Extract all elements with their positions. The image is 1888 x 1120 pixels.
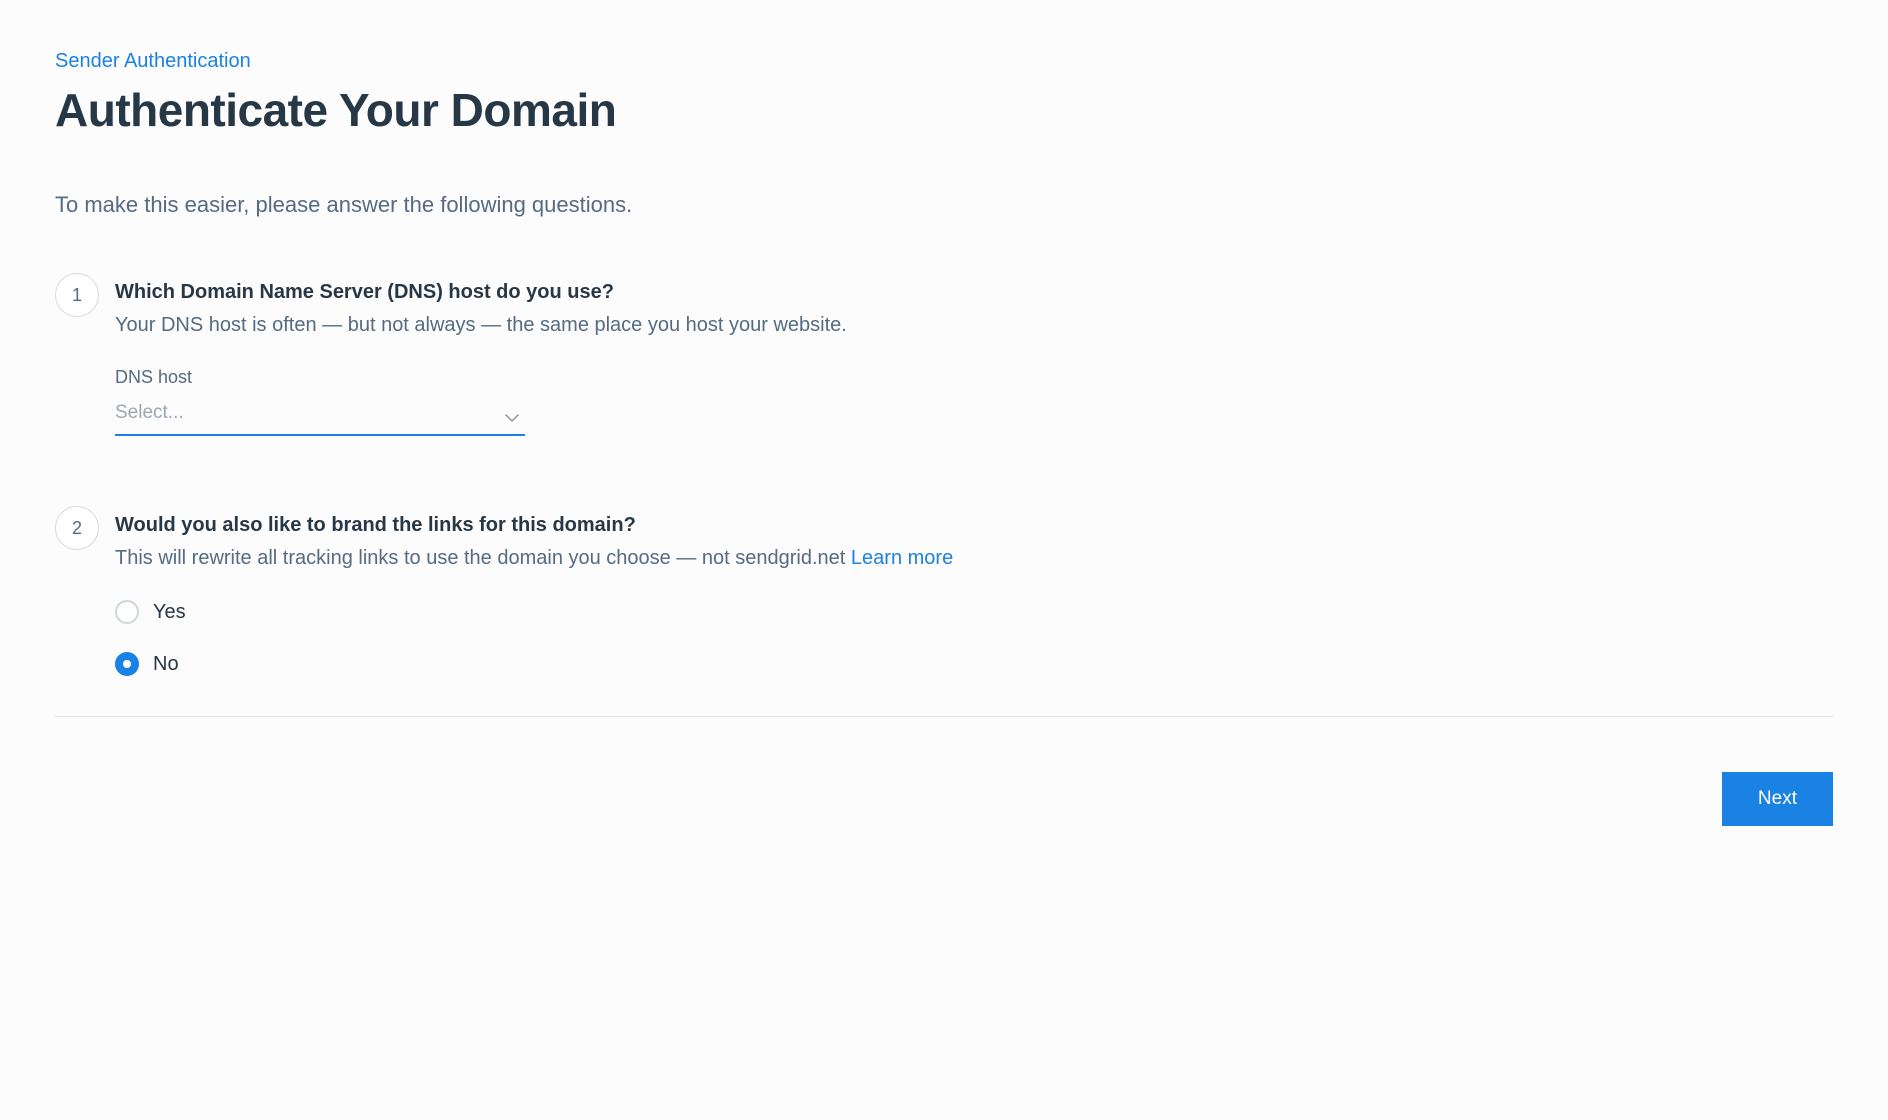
step-2-title: Would you also like to brand the links f… xyxy=(115,506,1833,537)
breadcrumb-link[interactable]: Sender Authentication xyxy=(55,50,1833,73)
dns-host-select[interactable]: Select... xyxy=(115,396,525,436)
radio-label-yes: Yes xyxy=(153,601,186,624)
step-number-badge: 2 xyxy=(55,506,99,550)
radio-icon xyxy=(115,652,139,676)
step-2-description: This will rewrite all tracking links to … xyxy=(115,547,1833,570)
radio-option-yes[interactable]: Yes xyxy=(115,600,1833,624)
learn-more-link[interactable]: Learn more xyxy=(851,547,953,569)
radio-icon xyxy=(115,600,139,624)
divider xyxy=(55,716,1833,717)
radio-label-no: No xyxy=(153,653,179,676)
intro-text: To make this easier, please answer the f… xyxy=(55,192,1833,218)
step-2-description-text: This will rewrite all tracking links to … xyxy=(115,547,851,569)
step-1: 1 Which Domain Name Server (DNS) host do… xyxy=(55,273,1833,436)
next-button[interactable]: Next xyxy=(1722,772,1833,826)
step-1-description: Your DNS host is often — but not always … xyxy=(115,314,1833,337)
dns-host-select-value[interactable]: Select... xyxy=(115,396,525,436)
dns-host-label: DNS host xyxy=(115,367,1833,388)
step-2: 2 Would you also like to brand the links… xyxy=(55,506,1833,686)
page-title: Authenticate Your Domain xyxy=(55,83,1833,137)
radio-option-no[interactable]: No xyxy=(115,652,1833,676)
step-1-title: Which Domain Name Server (DNS) host do y… xyxy=(115,273,1833,304)
footer: Next xyxy=(55,772,1833,826)
step-number-badge: 1 xyxy=(55,273,99,317)
